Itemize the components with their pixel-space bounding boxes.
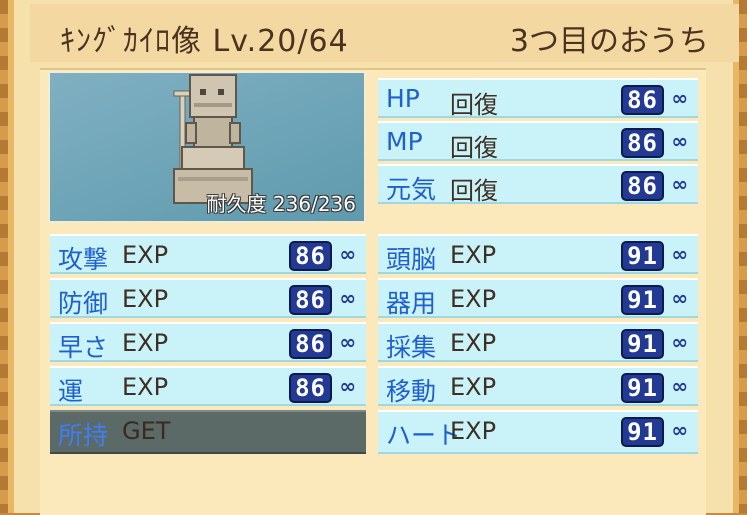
list-item[interactable]: 移動 EXP 91 ∞ bbox=[378, 366, 698, 406]
location-label: 3つ目のおうち bbox=[509, 24, 709, 59]
list-item[interactable]: 採集 EXP 91 ∞ bbox=[378, 322, 698, 362]
infinity-icon: ∞ bbox=[671, 374, 688, 398]
stat-value-badge: 91 bbox=[621, 373, 664, 403]
stat-category: 移動 bbox=[386, 377, 437, 406]
stat-type: EXP bbox=[122, 241, 169, 269]
stat-type: GET bbox=[122, 417, 171, 445]
left-border-decoration bbox=[0, 0, 8, 513]
infinity-icon: ∞ bbox=[671, 172, 688, 196]
stat-category: 元気 bbox=[386, 175, 437, 204]
item-name-level: ｷﾝｸﾞｶｲﾛ像 Lv.20/64 bbox=[60, 24, 349, 59]
stat-type: EXP bbox=[450, 241, 497, 269]
stat-type: EXP bbox=[122, 285, 169, 313]
stat-category: 頭脳 bbox=[386, 245, 437, 274]
stat-type: 回復 bbox=[450, 177, 498, 205]
infinity-icon: ∞ bbox=[671, 242, 688, 266]
infinity-icon: ∞ bbox=[671, 129, 688, 153]
infinity-icon: ∞ bbox=[339, 286, 356, 310]
skills-list: 頭脳 EXP 91 ∞ 器用 EXP 91 ∞ 採集 EXP 91 ∞ 移動 E… bbox=[378, 234, 698, 456]
stat-category: HP bbox=[386, 84, 420, 113]
infinity-icon: ∞ bbox=[671, 86, 688, 110]
list-item[interactable]: 器用 EXP 91 ∞ bbox=[378, 278, 698, 318]
list-item[interactable]: 防御 EXP 86 ∞ bbox=[50, 278, 366, 318]
infinity-icon: ∞ bbox=[339, 330, 356, 354]
stat-value-badge: 91 bbox=[621, 417, 664, 447]
infinity-icon: ∞ bbox=[671, 418, 688, 442]
durability-label: 耐久度 bbox=[206, 192, 267, 216]
title-bar: ｷﾝｸﾞｶｲﾛ像 Lv.20/64 3つ目のおうち bbox=[30, 4, 745, 62]
durability-readout: 耐久度 236/236 bbox=[207, 188, 356, 217]
list-item[interactable]: 運 EXP 86 ∞ bbox=[50, 366, 366, 406]
list-item-owned[interactable]: 所持 GET bbox=[50, 410, 366, 454]
stat-value-badge: 91 bbox=[621, 285, 664, 315]
stat-value-badge: 91 bbox=[621, 329, 664, 359]
stat-category: 器用 bbox=[386, 289, 437, 318]
stat-type: EXP bbox=[450, 285, 497, 313]
stat-type: EXP bbox=[122, 329, 169, 357]
list-item[interactable]: ハート EXP 91 ∞ bbox=[378, 410, 698, 454]
stat-value-badge: 86 bbox=[621, 171, 664, 201]
list-item[interactable]: 攻撃 EXP 86 ∞ bbox=[50, 234, 366, 274]
stat-value-badge: 86 bbox=[621, 128, 664, 158]
stat-value-badge: 91 bbox=[621, 241, 664, 271]
stat-category: 採集 bbox=[386, 333, 437, 362]
combat-list: 攻撃 EXP 86 ∞ 防御 EXP 86 ∞ 早さ EXP 86 ∞ 運 EX… bbox=[50, 234, 366, 456]
stat-type: EXP bbox=[450, 329, 497, 357]
stat-category: 早さ bbox=[58, 333, 109, 362]
recovery-list: HP 回復 86 ∞ MP 回復 86 ∞ 元気 回復 86 ∞ bbox=[378, 78, 698, 210]
durability-value: 236/236 bbox=[272, 192, 356, 216]
stat-value-badge: 86 bbox=[289, 329, 332, 359]
stat-category: 運 bbox=[58, 377, 84, 406]
stat-value-badge: 86 bbox=[621, 85, 664, 115]
list-item[interactable]: 早さ EXP 86 ∞ bbox=[50, 322, 366, 362]
stat-value-badge: 86 bbox=[289, 241, 332, 271]
stat-category: 攻撃 bbox=[58, 245, 109, 274]
list-item[interactable]: 頭脳 EXP 91 ∞ bbox=[378, 234, 698, 274]
statue-portrait: 耐久度 236/236 bbox=[48, 71, 366, 223]
infinity-icon: ∞ bbox=[339, 374, 356, 398]
stat-value-badge: 86 bbox=[289, 285, 332, 315]
stat-type: 回復 bbox=[450, 134, 498, 162]
infinity-icon: ∞ bbox=[671, 286, 688, 310]
stat-value-badge: 86 bbox=[289, 373, 332, 403]
list-item[interactable]: HP 回復 86 ∞ bbox=[378, 78, 698, 119]
infinity-icon: ∞ bbox=[339, 242, 356, 266]
list-item[interactable]: 元気 回復 86 ∞ bbox=[378, 164, 698, 205]
stat-type: EXP bbox=[450, 417, 497, 445]
stat-category: 所持 bbox=[58, 421, 109, 450]
stat-category: 防御 bbox=[58, 289, 109, 318]
right-border-decoration bbox=[739, 0, 747, 513]
stat-type: 回復 bbox=[450, 91, 498, 119]
stat-type: EXP bbox=[122, 373, 169, 401]
stat-type: EXP bbox=[450, 373, 497, 401]
stat-category: MP bbox=[386, 127, 423, 156]
infinity-icon: ∞ bbox=[671, 330, 688, 354]
list-item[interactable]: MP 回復 86 ∞ bbox=[378, 121, 698, 162]
